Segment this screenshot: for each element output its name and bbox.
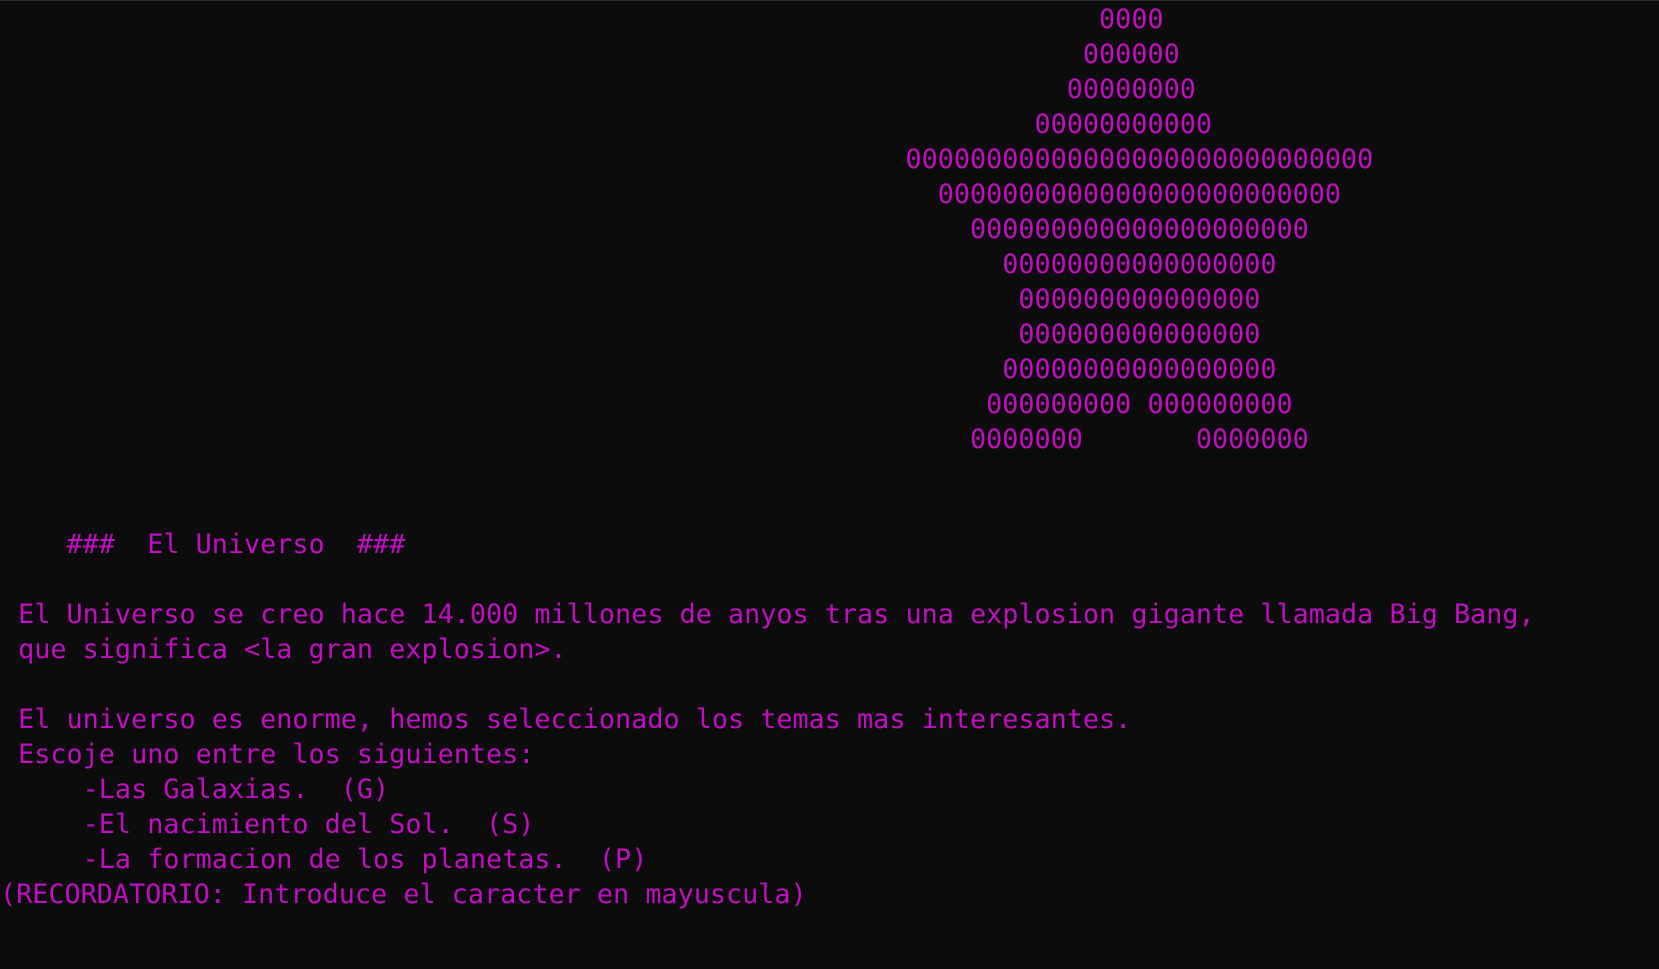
option-sol: -El nacimiento del Sol. (S) bbox=[2, 809, 535, 840]
intro-text-line: El Universo se creo hace 14.000 millones… bbox=[2, 599, 1535, 630]
ascii-art-line: 000000 bbox=[2, 39, 1180, 70]
ascii-art-line: 00000000000000000 bbox=[2, 249, 1277, 280]
console-window[interactable]: 0000 000000 00000000 00000000000 0000000… bbox=[0, 0, 1659, 969]
prompt-text-line: El universo es enorme, hemos seleccionad… bbox=[2, 704, 1132, 735]
option-planetas: -La formacion de los planetas. (P) bbox=[2, 844, 648, 875]
prompt-text-line: Escoje uno entre los siguientes: bbox=[2, 739, 535, 770]
ascii-art-line: 000000000000000 bbox=[2, 319, 1261, 350]
ascii-art-line: 0000000 0000000 bbox=[2, 424, 1309, 455]
ascii-art-line: 00000000000 bbox=[2, 109, 1212, 140]
reminder-text: (RECORDATORIO: Introduce el caracter en … bbox=[0, 879, 807, 910]
ascii-art-line: 000000000 000000000 bbox=[2, 389, 1293, 420]
ascii-art-line: 0000000000000000000000000 bbox=[2, 179, 1342, 210]
ascii-art-line: 000000000000000000000 bbox=[2, 214, 1309, 245]
option-galaxias: -Las Galaxias. (G) bbox=[2, 774, 390, 805]
ascii-art-line: 00000000000000000 bbox=[2, 354, 1277, 385]
section-title: ### El Universo ### bbox=[2, 529, 406, 560]
ascii-art-line: 000000000000000 bbox=[2, 284, 1261, 315]
intro-text-line: que significa <la gran explosion>. bbox=[2, 634, 567, 665]
ascii-art-line: 00000000000000000000000000000 bbox=[2, 144, 1374, 175]
ascii-art-line: 00000000 bbox=[2, 74, 1196, 105]
ascii-art-line: 0000 bbox=[2, 4, 1164, 35]
